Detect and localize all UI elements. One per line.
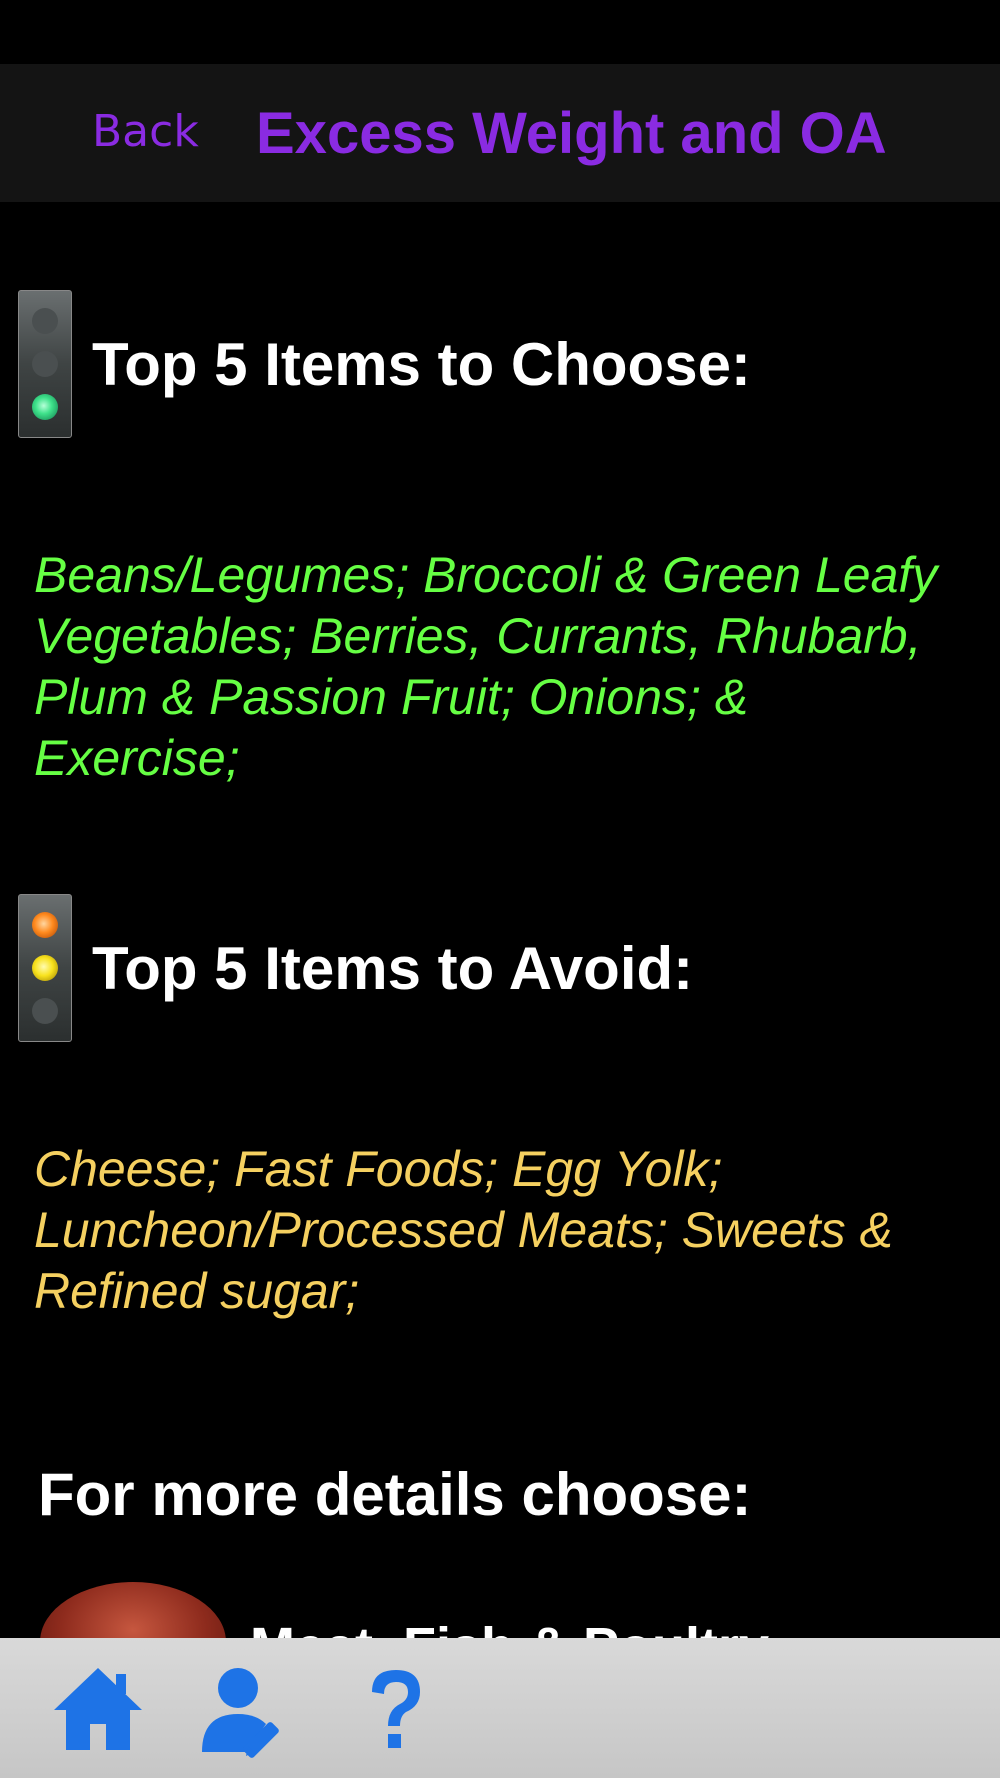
avoid-title: Top 5 Items to Avoid: bbox=[92, 934, 694, 1002]
lamp-middle bbox=[32, 954, 58, 981]
home-icon[interactable] bbox=[50, 1662, 146, 1758]
traffic-light-amber-icon bbox=[18, 894, 72, 1042]
traffic-light-green-icon bbox=[18, 290, 72, 438]
choose-section-header: Top 5 Items to Choose: bbox=[18, 290, 751, 438]
choose-title: Top 5 Items to Choose: bbox=[92, 330, 751, 398]
back-button[interactable]: Back bbox=[92, 106, 199, 157]
profile-edit-icon[interactable] bbox=[196, 1662, 292, 1758]
tab-bar bbox=[0, 1638, 1000, 1778]
lamp-middle bbox=[32, 350, 58, 377]
more-details-title: For more details choose: bbox=[38, 1461, 752, 1528]
category-item-meat[interactable]: Meat, Fish & Poultry bbox=[40, 1582, 940, 1638]
content-scroll-area[interactable]: Top 5 Items to Choose: Beans/Legumes; Br… bbox=[0, 202, 1000, 1638]
lamp-bottom bbox=[32, 394, 58, 421]
lamp-bottom bbox=[32, 998, 58, 1025]
lamp-top bbox=[32, 307, 58, 334]
page-title: Excess Weight and OA bbox=[256, 101, 887, 166]
avoid-items-text: Cheese; Fast Foods; Egg Yolk; Luncheon/P… bbox=[34, 1141, 893, 1319]
category-item-label: Meat, Fish & Poultry bbox=[250, 1616, 769, 1638]
meat-image bbox=[40, 1582, 226, 1638]
lamp-top bbox=[32, 911, 58, 938]
status-bar bbox=[0, 0, 1000, 64]
choose-items-text: Beans/Legumes; Broccoli & Green Leafy Ve… bbox=[34, 547, 938, 786]
navigation-bar: Back Excess Weight and OA bbox=[0, 64, 1000, 202]
avoid-section-header: Top 5 Items to Avoid: bbox=[18, 894, 693, 1042]
help-icon[interactable] bbox=[348, 1662, 444, 1758]
